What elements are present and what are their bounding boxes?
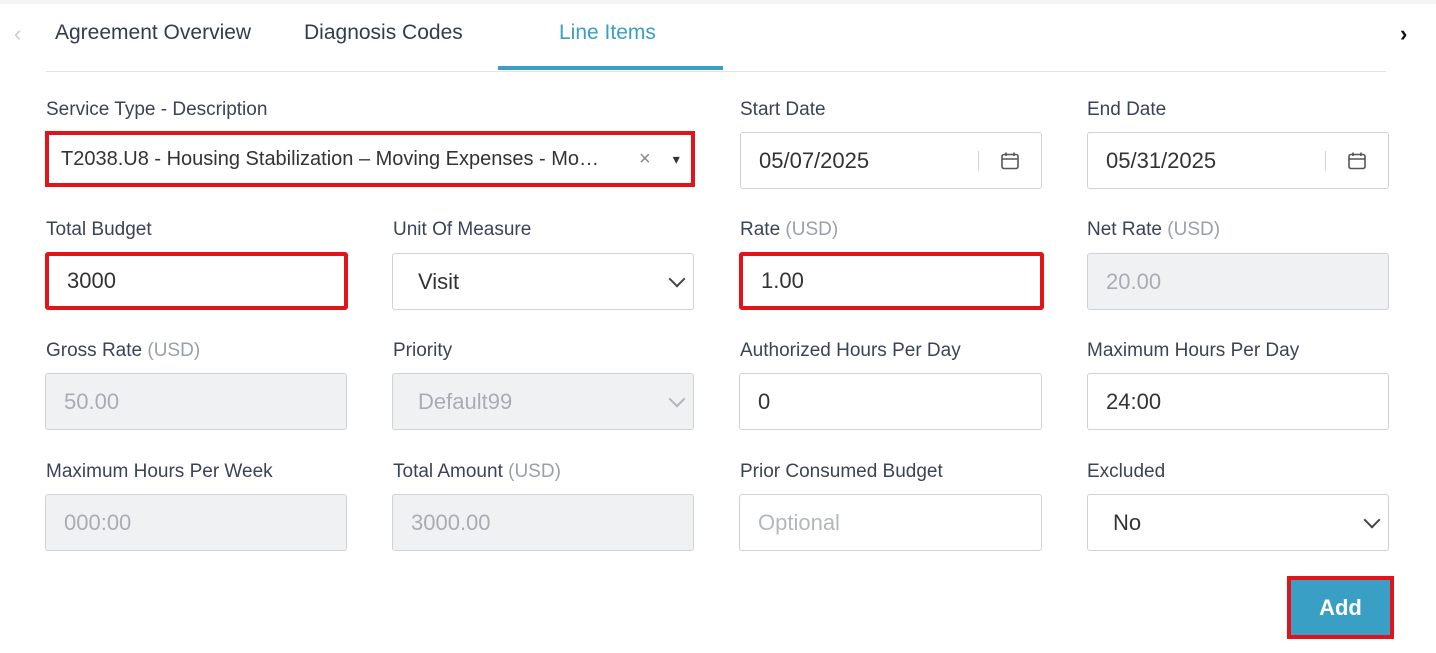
service-type-label: Service Type - Description — [46, 99, 268, 120]
tabs-prev-arrow-icon[interactable]: ‹ — [14, 22, 21, 46]
total-amount-input: 3000.00 — [392, 494, 694, 551]
chevron-down-icon — [668, 270, 686, 287]
start-date-label: Start Date — [740, 99, 826, 120]
tab-agreement-overview[interactable]: Agreement Overview — [55, 21, 251, 45]
service-type-value: T2038.U8 - Housing Stabilization – Movin… — [61, 147, 600, 170]
add-button[interactable]: Add — [1291, 580, 1390, 635]
service-type-select[interactable]: T2038.U8 - Housing Stabilization – Movin… — [45, 131, 695, 187]
gross-rate-label-text: Gross Rate — [46, 340, 143, 361]
excluded-value: No — [1113, 509, 1142, 535]
chevron-down-icon — [1363, 511, 1381, 528]
calendar-icon[interactable] — [1325, 150, 1388, 171]
net-rate-input: 20.00 — [1087, 253, 1389, 310]
max-hours-day-label: Maximum Hours Per Day — [1087, 340, 1300, 361]
total-amount-label: Total Amount (USD) — [393, 461, 561, 483]
net-rate-label-text: Net Rate — [1087, 219, 1162, 240]
prior-consumed-input[interactable]: Optional — [739, 494, 1042, 551]
net-rate-unit: (USD) — [1167, 219, 1221, 240]
max-hours-day-input[interactable]: 24:00 — [1087, 373, 1389, 430]
gross-rate-unit: (USD) — [147, 340, 201, 361]
authorized-hours-label: Authorized Hours Per Day — [740, 340, 961, 361]
chevron-down-icon — [668, 390, 686, 407]
max-hours-week-label: Maximum Hours Per Week — [46, 461, 273, 482]
prior-consumed-label: Prior Consumed Budget — [740, 461, 943, 482]
unit-of-measure-value: Visit — [418, 268, 460, 294]
total-budget-input[interactable]: 3000 — [45, 252, 348, 310]
authorized-hours-input[interactable]: 0 — [739, 373, 1042, 430]
excluded-select[interactable]: No — [1087, 494, 1389, 551]
unit-of-measure-label: Unit Of Measure — [393, 219, 532, 240]
rate-label-text: Rate — [740, 219, 781, 240]
tabs-next-arrow-icon[interactable]: › — [1400, 22, 1407, 46]
total-amount-label-text: Total Amount — [393, 461, 503, 482]
tabs-divider — [46, 71, 1386, 72]
max-hours-week-input: 000:00 — [45, 494, 347, 551]
priority-select: Default99 — [392, 373, 694, 430]
rate-input[interactable]: 1.00 — [739, 252, 1044, 310]
total-budget-label: Total Budget — [46, 219, 152, 240]
gross-rate-label: Gross Rate (USD) — [46, 340, 200, 362]
gross-rate-input: 50.00 — [45, 373, 347, 430]
top-divider — [0, 0, 1436, 4]
net-rate-label: Net Rate (USD) — [1087, 219, 1220, 241]
rate-label: Rate (USD) — [740, 219, 838, 241]
tab-line-items[interactable]: Line Items — [559, 21, 656, 45]
end-date-field[interactable]: 05/31/2025 — [1087, 132, 1389, 189]
priority-label: Priority — [393, 340, 453, 361]
rate-unit: (USD) — [785, 219, 839, 240]
calendar-icon[interactable] — [978, 150, 1041, 171]
total-amount-unit: (USD) — [508, 461, 561, 482]
end-date-label: End Date — [1087, 99, 1167, 120]
start-date-value[interactable]: 05/07/2025 — [741, 148, 978, 174]
active-tab-indicator — [498, 66, 723, 70]
unit-of-measure-select[interactable]: Visit — [392, 253, 694, 310]
excluded-label: Excluded — [1087, 461, 1166, 482]
add-button-highlight: Add — [1287, 576, 1394, 639]
dropdown-caret-icon[interactable]: ▾ — [673, 151, 680, 168]
priority-value: Default99 — [418, 388, 513, 414]
tab-diagnosis-codes[interactable]: Diagnosis Codes — [304, 21, 463, 45]
clear-icon[interactable]: × — [639, 148, 651, 171]
end-date-value[interactable]: 05/31/2025 — [1088, 148, 1325, 174]
start-date-field[interactable]: 05/07/2025 — [740, 132, 1042, 189]
